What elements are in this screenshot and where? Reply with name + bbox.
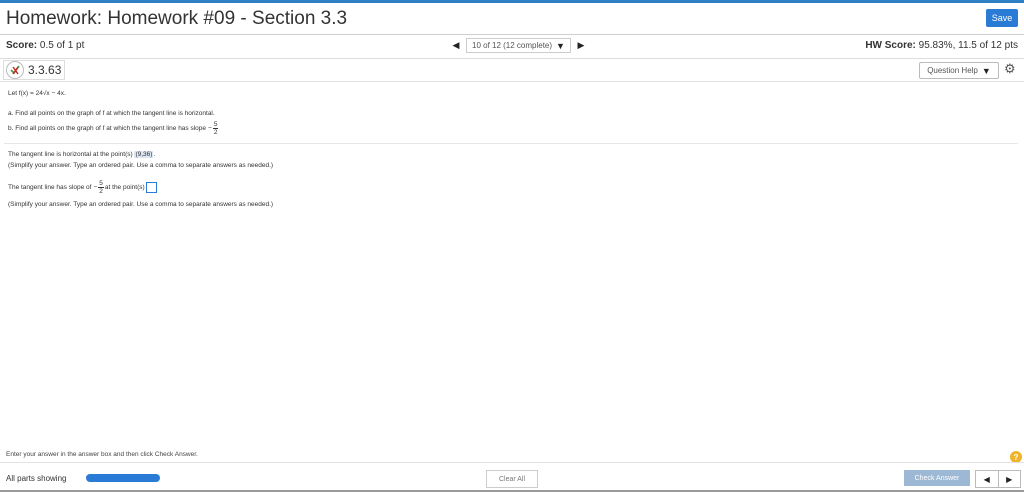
check-answer-button[interactable]: Check Answer: [904, 470, 970, 486]
answer-b-prefix: The tangent line has slope of: [8, 184, 92, 191]
hw-score-display: HW Score: 95.83%, 11.5 of 12 pts: [865, 40, 1018, 51]
bottom-navigator: ◀ ▶: [975, 470, 1021, 488]
question-help-label: Question Help: [927, 66, 978, 75]
divider: [0, 462, 1024, 463]
divider: [0, 81, 1024, 82]
caret-down-icon: ▼: [981, 65, 991, 76]
question-id: 3.3.63: [28, 63, 62, 77]
score-value: 0.5 of 1 pt: [39, 40, 85, 51]
function-definition: Let f(x) = 24√x − 4x.: [8, 90, 66, 97]
divider: [4, 143, 1018, 144]
question-select[interactable]: 10 of 12 (12 complete) ▼: [466, 38, 571, 53]
previous-button[interactable]: ◀: [976, 471, 999, 487]
caret-down-icon: ▼: [556, 40, 565, 51]
answer-a-line: The tangent line is horizontal at the po…: [8, 151, 156, 158]
clear-all-button[interactable]: Clear All: [486, 470, 538, 488]
hw-score-value: 95.83%, 11.5 of 12 pts: [918, 40, 1018, 51]
divider: [0, 58, 1024, 59]
part-b-fraction: 5 2: [212, 121, 219, 136]
answer-b-frac-sign: −: [93, 184, 98, 191]
partially-correct-icon: [6, 61, 24, 79]
answer-b-fraction: 5 2: [98, 180, 104, 195]
page-title: Homework: Homework #09 - Section 3.3: [6, 8, 348, 29]
answer-b-line: The tangent line has slope of − 5 2 at t…: [8, 180, 157, 195]
triangle-right-icon: ▶: [577, 40, 585, 50]
part-b-frac-sign: −: [208, 125, 212, 132]
part-a-text: a. Find all points on the graph of f at …: [8, 110, 215, 117]
all-parts-label: All parts showing: [6, 474, 67, 483]
next-question-button[interactable]: ▶: [574, 38, 588, 53]
answer-b-hint: (Simplify your answer. Type an ordered p…: [8, 201, 274, 208]
part-b-text: b. Find all points on the graph of f at …: [8, 121, 219, 136]
next-button[interactable]: ▶: [999, 471, 1021, 487]
gear-icon[interactable]: ⚙: [1004, 61, 1016, 77]
fraction-numerator: 5: [98, 180, 104, 188]
triangle-left-icon: ◀: [452, 40, 460, 50]
hw-score-label: HW Score:: [865, 40, 916, 51]
fraction-numerator: 5: [212, 121, 219, 129]
save-button[interactable]: Save: [986, 9, 1018, 27]
triangle-left-icon: ◀: [983, 474, 990, 484]
question-navigator: ◀ 10 of 12 (12 complete) ▼ ▶: [449, 38, 588, 53]
progress-fill: [86, 474, 160, 482]
fraction-denominator: 2: [213, 129, 218, 136]
score-label: Score:: [6, 40, 38, 51]
triangle-right-icon: ▶: [1006, 474, 1013, 484]
question-select-value: 10 of 12 (12 complete): [472, 41, 553, 50]
answer-b-input[interactable]: [145, 182, 157, 193]
divider: [0, 34, 1024, 35]
score-display: Score: 0.5 of 1 pt: [6, 40, 84, 51]
answer-a-prefix: The tangent line is horizontal at the po…: [8, 151, 133, 158]
answer-a-hint: (Simplify your answer. Type an ordered p…: [8, 162, 274, 169]
top-accent-line: [0, 0, 1024, 3]
previous-question-button[interactable]: ◀: [449, 38, 463, 53]
answer-a-value: (9,36): [134, 151, 154, 158]
instruction-text: Enter your answer in the answer box and …: [6, 451, 198, 458]
question-id-box: 3.3.63: [3, 60, 65, 80]
question-help-button[interactable]: Question Help ▼: [919, 62, 999, 79]
answer-b-suffix: at the point(s): [104, 184, 145, 191]
fraction-denominator: 2: [99, 188, 103, 195]
part-b-prefix: b. Find all points on the graph of f at …: [8, 125, 207, 132]
parts-progress-bar: [86, 474, 160, 482]
